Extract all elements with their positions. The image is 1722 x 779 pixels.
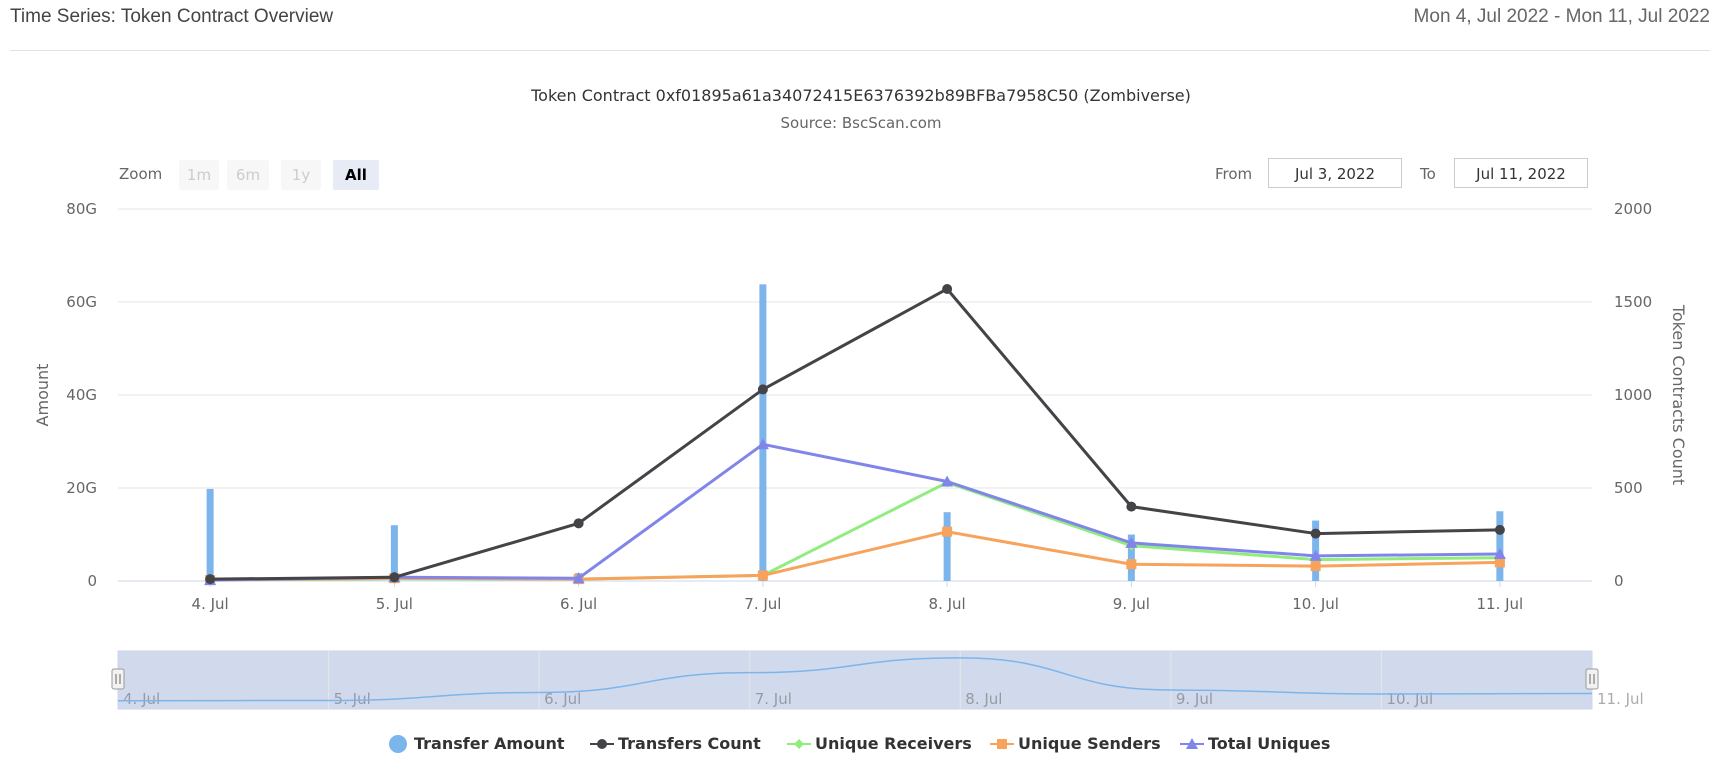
y-left-tick-label: 80G	[66, 200, 97, 218]
navigator-right-handle[interactable]	[1585, 668, 1599, 690]
unique-senders-point[interactable]	[757, 570, 768, 581]
y-right-tick-label: 500	[1614, 479, 1643, 497]
transfer-amount-bar[interactable]	[1496, 511, 1504, 581]
y-left-tick-label: 20G	[66, 479, 97, 497]
x-tick-label: 5. Jul	[376, 595, 413, 613]
legend-circle-icon	[389, 735, 407, 753]
navigator-label: 5. Jul	[334, 690, 371, 708]
navigator-label: 8. Jul	[965, 690, 1002, 708]
navigator-label: 7. Jul	[755, 690, 792, 708]
transfers-count-point[interactable]	[1126, 501, 1137, 512]
x-tick-label: 9. Jul	[1113, 595, 1150, 613]
y-left-tick-label: 40G	[66, 386, 97, 404]
x-tick-label: 10. Jul	[1292, 595, 1339, 613]
y-left-axis-title: Amount	[33, 364, 52, 427]
transfer-amount-bar[interactable]	[759, 284, 767, 581]
transfers-count-point[interactable]	[1310, 528, 1321, 539]
navigator-left-handle[interactable]	[111, 668, 125, 690]
x-tick-label: 4. Jul	[192, 595, 229, 613]
x-tick-label: 11. Jul	[1477, 595, 1524, 613]
y-right-tick-label: 2000	[1614, 200, 1652, 218]
chart-legend: Transfer Amount Transfers Count Unique R…	[0, 732, 1722, 756]
transfers-count-point[interactable]	[942, 283, 953, 294]
navigator-label: 4. Jul	[123, 690, 160, 708]
navigator-label: 11. Jul	[1597, 690, 1644, 708]
transfers-count-point[interactable]	[1494, 524, 1505, 535]
x-tick-label: 8. Jul	[929, 595, 966, 613]
legend-label: Total Uniques	[1208, 734, 1331, 753]
transfer-amount-bar[interactable]	[206, 488, 214, 581]
unique-senders-point[interactable]	[942, 526, 953, 537]
transfers-count-point[interactable]	[573, 518, 584, 529]
x-tick-label: 7. Jul	[744, 595, 781, 613]
y-left-tick-label: 60G	[66, 293, 97, 311]
transfers-count-line	[210, 287, 1500, 581]
legend-line-square-icon	[990, 739, 1014, 749]
legend-label: Unique Senders	[1018, 734, 1161, 753]
legend-label: Transfer Amount	[414, 734, 565, 753]
y-right-tick-label: 0	[1614, 572, 1624, 590]
legend-label: Transfers Count	[618, 734, 761, 753]
navigator-label: 9. Jul	[1176, 690, 1213, 708]
legend-line-diamond-icon	[787, 739, 811, 749]
transfer-amount-bar[interactable]	[943, 512, 951, 581]
y-right-tick-label: 1500	[1614, 293, 1652, 311]
unique-senders-point[interactable]	[1310, 561, 1321, 572]
transfers-count-point[interactable]	[205, 574, 216, 585]
transfers-count-point[interactable]	[757, 384, 768, 395]
y-left-tick-label: 0	[87, 572, 97, 590]
legend-label: Unique Receivers	[815, 734, 972, 753]
navigator-label: 10. Jul	[1386, 690, 1433, 708]
legend-line-triangle-icon	[1180, 738, 1204, 749]
unique-senders-point[interactable]	[1126, 559, 1137, 570]
x-tick-label: 6. Jul	[560, 595, 597, 613]
y-right-axis-title: Token Contracts Count	[1669, 304, 1688, 485]
legend-line-circle-icon	[590, 739, 614, 749]
chart-canvas: 0 0 20G 500 40G 1000 60G 1500 80G 2000 Amount Token…	[33, 200, 1688, 710]
y-right-tick-label: 1000	[1614, 386, 1652, 404]
transfers-count-point[interactable]	[389, 572, 400, 583]
